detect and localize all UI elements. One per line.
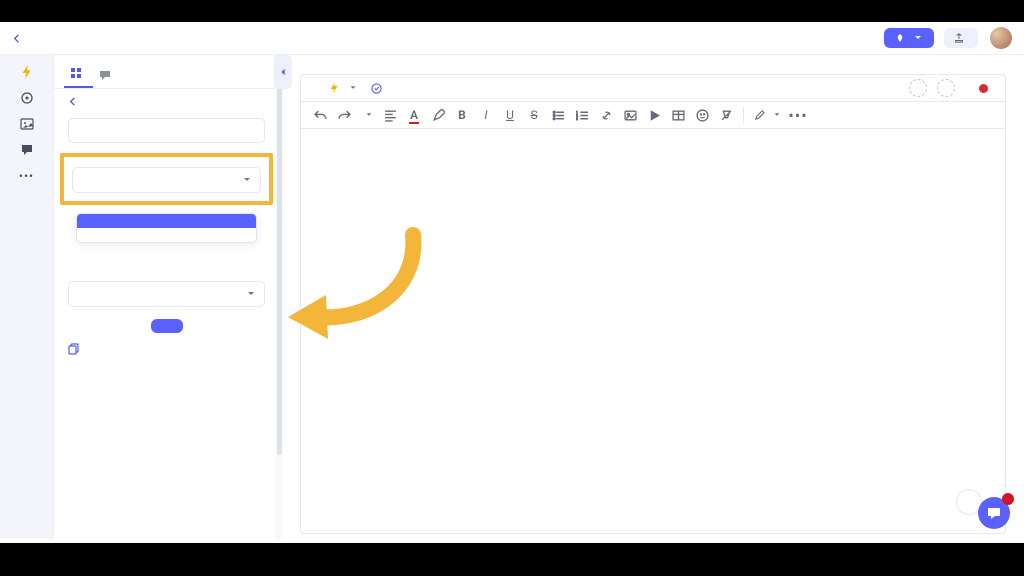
- table-button[interactable]: [671, 108, 685, 122]
- chevron-down-icon: [349, 84, 357, 92]
- chevron-down-icon: [246, 289, 256, 299]
- style-guide-link[interactable]: [371, 83, 385, 94]
- generate-button[interactable]: [151, 319, 183, 333]
- collapse-panel-button[interactable]: [274, 55, 292, 89]
- rail-more[interactable]: •••: [19, 169, 34, 185]
- field-details-select[interactable]: [72, 167, 261, 193]
- header-back-button[interactable]: [12, 34, 23, 43]
- field-offered-input[interactable]: [68, 118, 265, 143]
- link-button[interactable]: [599, 108, 613, 122]
- editor-topbar: [301, 75, 1005, 101]
- chat-launcher[interactable]: [978, 497, 1010, 529]
- rail-ai-images[interactable]: [20, 117, 34, 133]
- editor-card: A B I U S 123 •••: [300, 74, 1006, 534]
- redo-button[interactable]: [337, 108, 351, 122]
- status-new-item[interactable]: [979, 84, 993, 93]
- editor-placeholder[interactable]: [301, 129, 1005, 157]
- video-button[interactable]: [647, 108, 661, 122]
- strike-button[interactable]: S: [527, 108, 541, 122]
- app-root: •••: [0, 22, 1024, 543]
- format-dropdown[interactable]: [361, 111, 373, 119]
- check-circle-icon: [371, 83, 382, 94]
- collaborator-placeholder[interactable]: [909, 79, 927, 97]
- template-panel: [54, 55, 280, 539]
- field-tone-select[interactable]: [68, 281, 265, 307]
- share-button[interactable]: [944, 28, 978, 48]
- italic-button[interactable]: I: [479, 108, 493, 122]
- tab-ai-chat[interactable]: [93, 69, 122, 88]
- bulk-generate-link[interactable]: [68, 343, 265, 355]
- chat-icon: [986, 505, 1002, 521]
- number-list-button[interactable]: 123: [575, 108, 589, 122]
- svg-text:3: 3: [576, 116, 578, 120]
- undo-button[interactable]: [313, 108, 327, 122]
- bold-button[interactable]: B: [455, 108, 469, 122]
- chevron-left-icon: [279, 68, 287, 76]
- rail-ai-writer[interactable]: [20, 65, 34, 81]
- details-dropdown: [76, 213, 257, 243]
- left-rail: •••: [0, 55, 54, 539]
- text-color-button[interactable]: A: [407, 108, 421, 122]
- option-text[interactable]: [77, 214, 256, 228]
- upload-icon: [954, 33, 964, 43]
- page-header: [0, 22, 1024, 55]
- dots-icon: •••: [19, 169, 34, 183]
- bolt-icon: [20, 65, 34, 79]
- image-icon: [20, 117, 34, 131]
- chat-icon: [99, 69, 111, 81]
- panel-tabs: [54, 55, 279, 89]
- bullet-list-button[interactable]: [551, 108, 565, 122]
- bolt-icon: [327, 81, 341, 95]
- editor-toolbar: A B I U S 123 •••: [301, 101, 1005, 129]
- rail-brief-seo[interactable]: [20, 91, 34, 107]
- rocket-icon: [895, 33, 905, 43]
- copy-icon: [68, 343, 80, 355]
- collaborator-placeholder[interactable]: [937, 79, 955, 97]
- templates-icon: [70, 67, 82, 79]
- tab-ai-templates[interactable]: [64, 67, 93, 88]
- user-avatar[interactable]: [990, 27, 1012, 49]
- image-button[interactable]: [623, 108, 637, 122]
- highlighted-details-block: [60, 153, 273, 205]
- chevron-down-icon: [773, 111, 781, 119]
- chevron-down-icon: [365, 111, 373, 119]
- tone-dropdown[interactable]: [327, 81, 357, 95]
- highlight-button[interactable]: [431, 108, 445, 122]
- publish-button[interactable]: [884, 28, 934, 48]
- align-button[interactable]: [383, 108, 397, 122]
- rail-message[interactable]: [20, 143, 34, 159]
- panel-back-button[interactable]: [68, 97, 265, 106]
- underline-button[interactable]: U: [503, 108, 517, 122]
- chevron-down-icon: [913, 33, 923, 43]
- option-url[interactable]: [77, 228, 256, 242]
- chevron-down-icon: [242, 175, 252, 185]
- chat-icon: [20, 143, 34, 157]
- more-toolbar-button[interactable]: •••: [791, 108, 805, 122]
- status-dot-icon: [979, 84, 988, 93]
- clear-format-button[interactable]: [719, 108, 733, 122]
- emoji-button[interactable]: [695, 108, 709, 122]
- target-icon: [20, 91, 34, 105]
- letter-a-icon: A: [410, 108, 418, 122]
- chat-badge: [1002, 493, 1014, 505]
- editing-mode-dropdown[interactable]: [754, 110, 781, 121]
- pencil-icon: [754, 110, 765, 121]
